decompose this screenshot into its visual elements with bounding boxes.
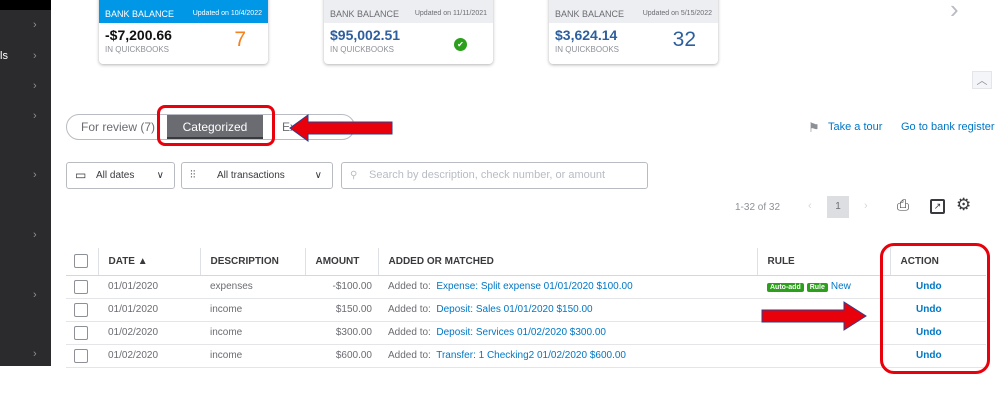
added-prefix: Added to: xyxy=(388,304,431,315)
search-icon: ⚲ xyxy=(350,170,358,181)
highlight-box xyxy=(157,105,275,146)
card-count: 7 xyxy=(234,28,246,51)
card-sub: IN QUICKBOOKS xyxy=(555,45,620,54)
card-label: BANK BALANCE xyxy=(330,9,400,19)
column-rule: RULE xyxy=(756,248,890,276)
card-amount: -$7,200.66 xyxy=(105,27,172,43)
take-tour-link[interactable]: Take a tour xyxy=(828,121,882,133)
match-link[interactable]: Transfer: 1 Checking2 01/02/2020 $600.00 xyxy=(436,350,626,361)
rule-badge: Rule xyxy=(806,283,828,292)
table-row[interactable]: 01/01/2020 expenses -$100.00 Added to: E… xyxy=(66,275,986,299)
chevron-down-icon: ∨ xyxy=(314,170,322,181)
chevron-right-icon[interactable]: › xyxy=(33,110,37,122)
cell-date: 01/02/2020 xyxy=(98,321,200,345)
card-amount: $3,624.14 xyxy=(555,27,618,43)
card-sub: IN QUICKBOOKS xyxy=(105,45,170,54)
chevron-right-icon[interactable]: › xyxy=(950,0,959,25)
account-card[interactable]: BANK BALANCE Updated on 10/4/2022 -$7,200… xyxy=(99,0,268,64)
row-checkbox[interactable] xyxy=(74,348,88,363)
chevron-down-icon: ∨ xyxy=(156,170,164,181)
match-link[interactable]: Expense: Split expense 01/01/2020 $100.0… xyxy=(436,281,632,292)
added-prefix: Added to: xyxy=(388,327,431,338)
sliders-icon: ⫶⫶ xyxy=(190,169,196,181)
signpost-icon: ⚑ xyxy=(808,120,820,135)
table-header-row: DATE ▲ DESCRIPTION AMOUNT ADDED OR MATCH… xyxy=(66,248,986,276)
date-filter-value: All dates xyxy=(96,170,135,181)
cell-amount: -$100.00 xyxy=(305,275,378,299)
card-label: BANK BALANCE xyxy=(555,9,625,19)
chevron-up-icon: ︿ xyxy=(976,75,988,87)
prev-page-button[interactable]: ‹ xyxy=(808,200,812,212)
table-row[interactable]: 01/02/2020 income $600.00 Added to: Tran… xyxy=(66,344,986,368)
cell-description: income xyxy=(200,344,305,368)
column-amount[interactable]: AMOUNT xyxy=(304,248,378,276)
row-checkbox[interactable] xyxy=(74,302,88,317)
cell-description: income xyxy=(200,321,305,345)
card-updated: Updated on 5/15/2022 xyxy=(642,10,712,17)
calendar-icon: ▭ xyxy=(75,168,87,182)
sidebar: ls › › › › › › › › xyxy=(0,0,51,366)
chevron-right-icon[interactable]: › xyxy=(33,80,37,92)
cell-description: expenses xyxy=(200,275,305,299)
match-link[interactable]: Deposit: Sales 01/01/2020 $150.00 xyxy=(436,304,592,315)
cell-date: 01/02/2020 xyxy=(98,344,200,368)
added-prefix: Added to: xyxy=(388,350,431,361)
card-sub: IN QUICKBOOKS xyxy=(330,45,395,54)
chevron-right-icon[interactable]: › xyxy=(33,169,37,181)
chevron-right-icon[interactable]: › xyxy=(33,229,37,241)
column-date[interactable]: DATE ▲ xyxy=(97,248,200,276)
transaction-filter-value: All transactions xyxy=(217,170,285,181)
sidebar-item-label[interactable]: ls xyxy=(0,50,8,62)
column-description[interactable]: DESCRIPTION xyxy=(199,248,305,276)
match-link[interactable]: Deposit: Services 01/02/2020 $300.00 xyxy=(436,327,606,338)
search-input[interactable]: ⚲ Search by description, check number, o… xyxy=(341,162,648,189)
annotation-arrow-left xyxy=(289,114,393,142)
chevron-right-icon[interactable]: › xyxy=(33,348,37,360)
card-count: 32 xyxy=(672,28,696,51)
date-filter[interactable]: ▭ All dates ∨ xyxy=(66,162,175,189)
page-1-button[interactable]: 1 xyxy=(827,196,849,218)
auto-add-badge: Auto-add xyxy=(767,283,804,292)
card-amount: $95,002.51 xyxy=(330,27,401,43)
pagination-range: 1-32 of 32 xyxy=(735,202,781,213)
cell-description: income xyxy=(200,298,305,322)
sidebar-top xyxy=(0,0,51,10)
gear-icon[interactable]: ⚙ xyxy=(956,195,971,215)
chevron-right-icon[interactable]: › xyxy=(33,50,37,62)
card-updated: Updated on 10/4/2022 xyxy=(192,10,262,17)
card-updated: Updated on 11/11/2021 xyxy=(414,10,487,17)
cell-date: 01/01/2020 xyxy=(98,275,200,299)
cell-amount: $600.00 xyxy=(305,344,378,368)
added-prefix: Added to: xyxy=(388,281,431,292)
check-circle-icon: ✔ xyxy=(454,38,467,51)
print-icon[interactable]: ⎙ xyxy=(897,197,909,214)
collapse-button[interactable]: ︿ xyxy=(972,71,992,89)
cell-amount: $300.00 xyxy=(305,321,378,345)
row-checkbox[interactable] xyxy=(74,325,88,340)
account-card[interactable]: BANK BALANCE Updated on 5/15/2022 $3,624.… xyxy=(549,0,718,64)
annotation-arrow-right xyxy=(761,301,867,331)
cell-amount: $150.00 xyxy=(305,298,378,322)
row-checkbox[interactable] xyxy=(74,279,88,294)
chevron-right-icon[interactable]: › xyxy=(33,19,37,31)
rule-new-link[interactable]: New xyxy=(831,281,851,292)
tab-for-review[interactable]: For review (7) xyxy=(81,115,155,139)
cell-date: 01/01/2020 xyxy=(98,298,200,322)
bank-register-link[interactable]: Go to bank register xyxy=(901,121,995,133)
next-page-button[interactable]: › xyxy=(864,200,868,212)
highlight-box xyxy=(880,243,990,374)
export-icon[interactable]: ↗ xyxy=(930,199,945,214)
column-added-matched: ADDED OR MATCHED xyxy=(377,248,757,276)
search-placeholder: Search by description, check number, or … xyxy=(369,169,606,181)
card-label: BANK BALANCE xyxy=(105,9,175,19)
chevron-right-icon[interactable]: › xyxy=(33,289,37,301)
select-all-checkbox[interactable] xyxy=(74,254,88,269)
transaction-filter[interactable]: ⫶⫶ All transactions ∨ xyxy=(181,162,333,189)
account-card[interactable]: BANK BALANCE Updated on 11/11/2021 $95,00… xyxy=(324,0,493,64)
